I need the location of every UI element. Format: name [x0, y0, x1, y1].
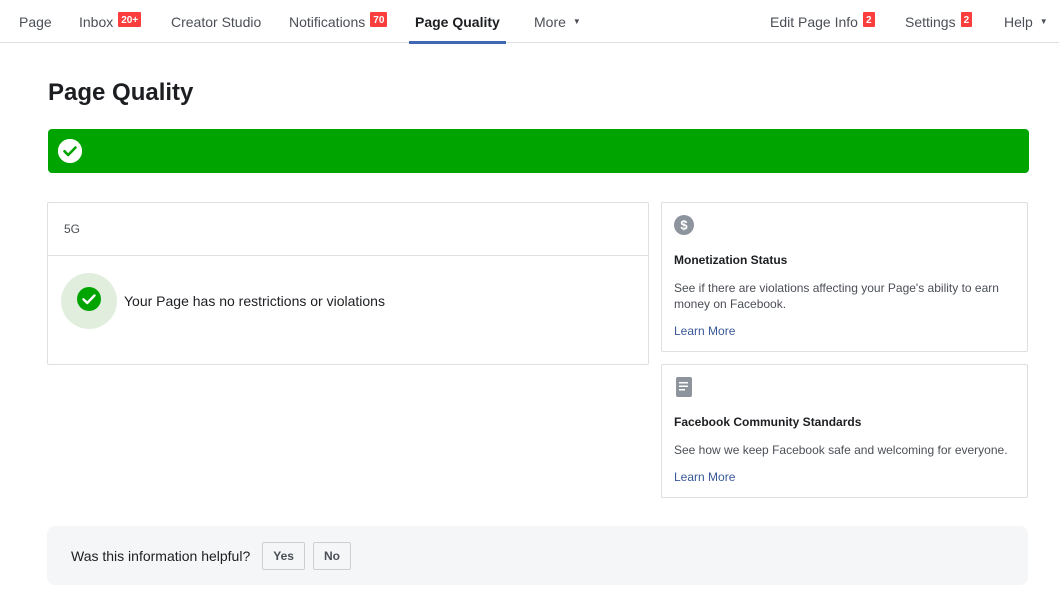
community-standards-description: See how we keep Facebook safe and welcom… [674, 443, 1008, 457]
page-status-card: 5G Your Page has no restrictions or viol… [47, 202, 649, 365]
nav-notifications[interactable]: Notifications 70 [289, 0, 389, 43]
svg-text:$: $ [680, 218, 688, 233]
nav-edit-page-info[interactable]: Edit Page Info 2 [770, 0, 876, 43]
monetization-status-card: $ Monetization Status See if there are v… [661, 202, 1028, 352]
nav-creator-studio-label: Creator Studio [171, 13, 262, 30]
monetization-title: Monetization Status [674, 253, 788, 267]
nav-settings-label: Settings [905, 13, 956, 30]
feedback-no-button[interactable]: No [312, 541, 351, 570]
nav-help-label: Help [1004, 13, 1033, 30]
edit-page-info-badge: 2 [861, 11, 876, 28]
check-circle-icon [77, 286, 101, 316]
monetization-description: See if there are violations affecting yo… [674, 281, 999, 311]
nav-page-quality-label: Page Quality [415, 13, 500, 30]
document-icon [674, 377, 694, 401]
notifications-badge: 70 [369, 11, 389, 28]
community-standards-title: Facebook Community Standards [674, 415, 862, 429]
community-standards-learn-more-link[interactable]: Learn More [674, 470, 735, 484]
status-row: Your Page has no restrictions or violati… [61, 273, 385, 329]
nav-notifications-label: Notifications [289, 13, 366, 30]
dollar-icon: $ [674, 215, 694, 239]
status-message: Your Page has no restrictions or violati… [124, 293, 385, 309]
settings-badge: 2 [959, 11, 974, 28]
caret-down-icon: ▼ [572, 17, 581, 26]
caret-down-icon: ▼ [1039, 17, 1048, 26]
nav-more-label: More [534, 13, 566, 30]
nav-inbox-label: Inbox [79, 13, 114, 30]
nav-help[interactable]: Help ▼ [1004, 0, 1048, 43]
nav-edit-page-info-label: Edit Page Info [770, 13, 858, 30]
nav-page-label: Page [19, 13, 52, 30]
monetization-learn-more-link[interactable]: Learn More [674, 324, 735, 338]
community-standards-card: Facebook Community Standards See how we … [661, 364, 1028, 498]
nav-page-quality[interactable]: Page Quality [409, 0, 506, 44]
status-card-header: 5G [48, 203, 648, 256]
top-navigation: Page Inbox 20+ Creator Studio Notificati… [0, 0, 1059, 44]
success-banner [48, 129, 1029, 173]
status-halo [61, 273, 117, 329]
feedback-question: Was this information helpful? [71, 547, 251, 564]
inbox-badge: 20+ [117, 11, 143, 28]
page-title: Page Quality [48, 79, 194, 106]
nav-more[interactable]: More ▼ [534, 0, 581, 43]
nav-inbox[interactable]: Inbox 20+ [79, 0, 143, 43]
check-circle-icon [58, 139, 82, 163]
nav-page[interactable]: Page [19, 0, 52, 43]
nav-creator-studio[interactable]: Creator Studio [171, 0, 261, 43]
nav-settings[interactable]: Settings 2 [905, 0, 974, 43]
feedback-bar: Was this information helpful? Yes No [47, 526, 1028, 585]
feedback-yes-button[interactable]: Yes [262, 541, 305, 570]
